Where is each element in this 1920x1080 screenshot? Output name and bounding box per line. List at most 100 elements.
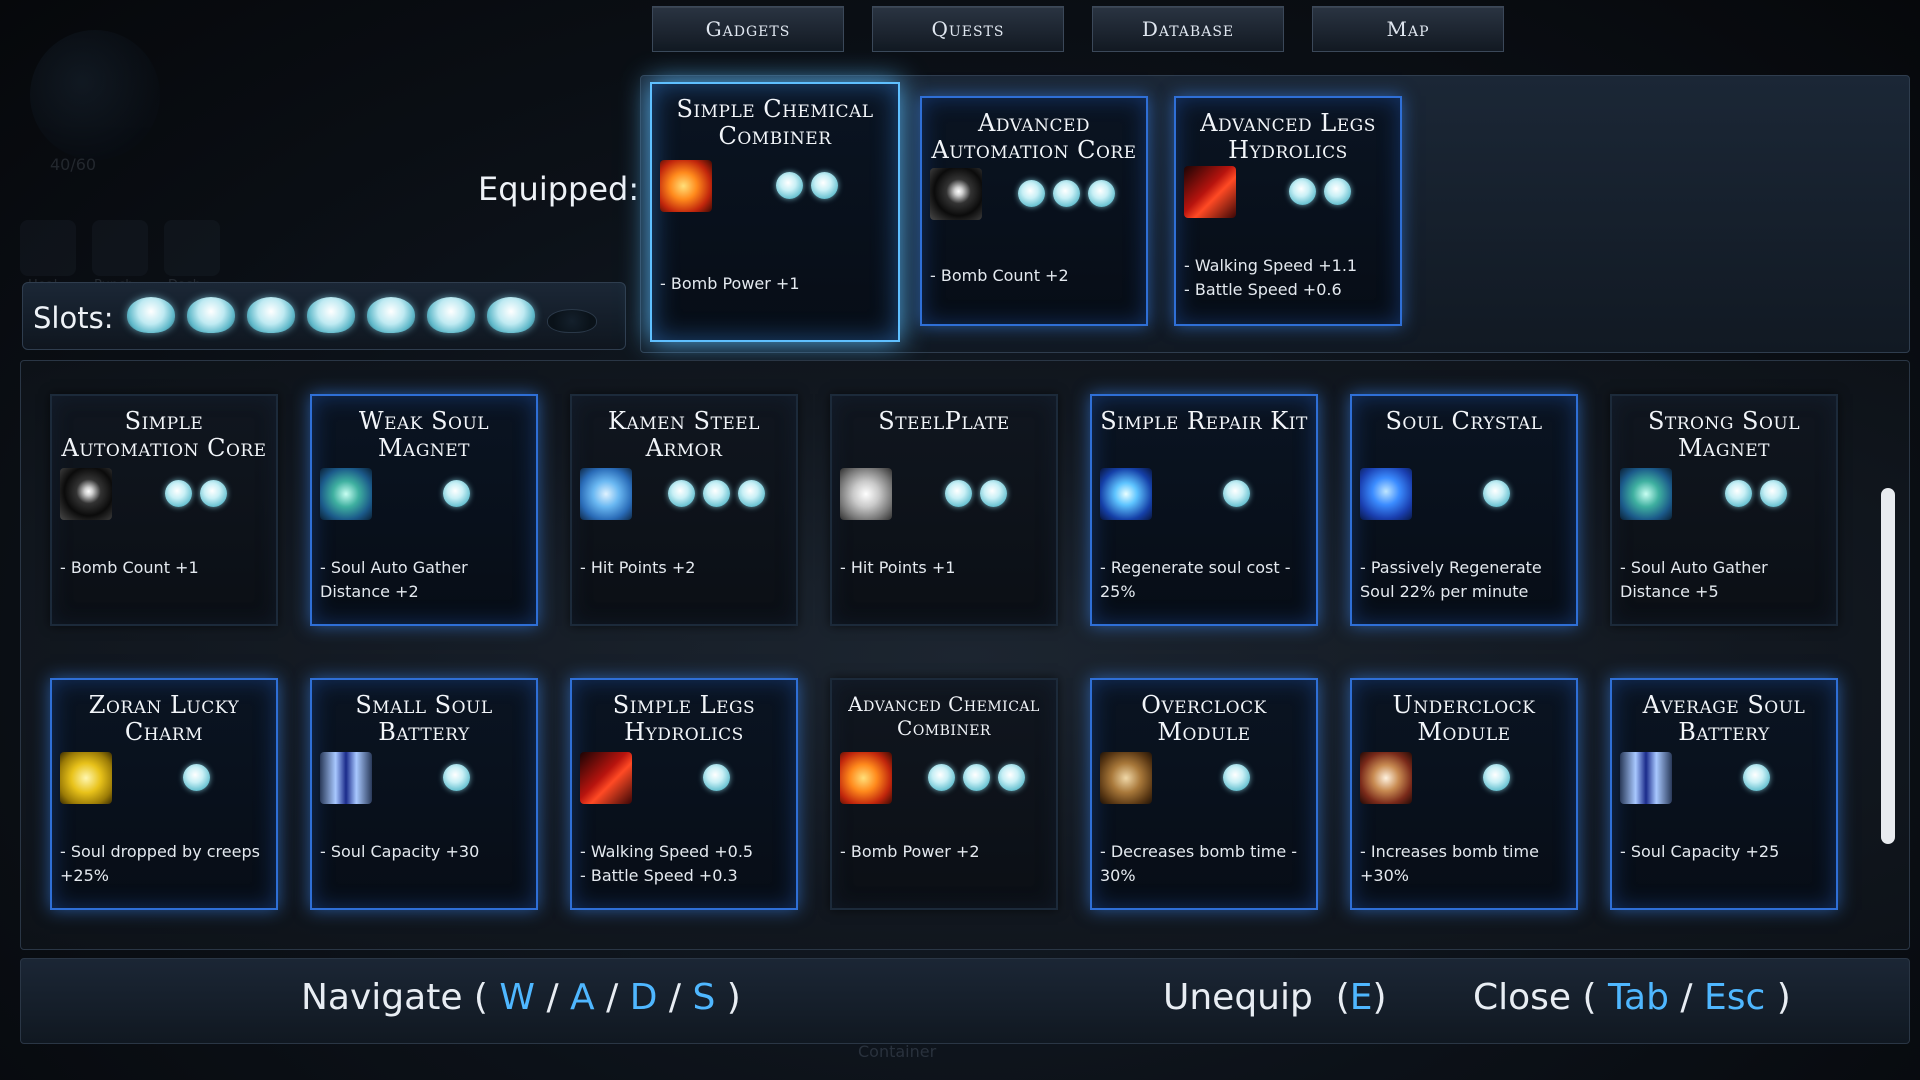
gadget-title: SteelPlate xyxy=(878,407,1010,435)
gadget-slot-cost xyxy=(928,764,1025,791)
bomb-icon xyxy=(930,168,982,220)
slot-gem-icon xyxy=(776,172,803,199)
gadget-title: Weak Soul Magnet xyxy=(358,407,490,462)
gadget-slot-cost xyxy=(703,764,730,791)
gadget-slot-cost xyxy=(776,172,838,199)
gadget-slot-cost xyxy=(1743,764,1770,791)
slot-gem-icon xyxy=(1743,764,1770,791)
gadget-slot-cost xyxy=(1018,180,1115,207)
gadget-title: Strong Soul Magnet xyxy=(1647,407,1801,462)
gadget-description: - Hit Points +2 xyxy=(580,556,790,580)
gadget-stat-line: - Bomb Power +1 xyxy=(660,274,800,293)
gadget-card-advanced-chemical-combiner[interactable]: Advanced Chemical Combiner - Bomb Power +… xyxy=(830,678,1058,910)
tab-map[interactable]: Map xyxy=(1312,6,1504,52)
unequip-label: Unequip xyxy=(1163,977,1313,1018)
gadget-card-advanced-legs-hydrolics[interactable]: Advanced Legs Hydrolics - Walking Speed +… xyxy=(1174,96,1402,326)
gadget-stat-line: - Regenerate soul cost - 25% xyxy=(1100,558,1291,601)
gadget-slot-cost xyxy=(443,764,470,791)
gadget-stat-line: - Hit Points +2 xyxy=(580,558,696,577)
slots-bar: Slots: xyxy=(22,282,626,350)
background-hud: 40/60 Heal Punch Dash xyxy=(20,20,620,293)
gadget-stat-line: - Battle Speed +0.3 xyxy=(580,866,738,885)
slot-gem-icon xyxy=(1760,480,1787,507)
magnet-icon xyxy=(320,468,372,520)
gadget-card-kamen-steel-armor[interactable]: Kamen Steel Armor - Hit Points +2 xyxy=(570,394,798,626)
gadget-card-simple-legs-hydrolics[interactable]: Simple Legs Hydrolics - Walking Speed +0.… xyxy=(570,678,798,910)
slot-gem-icon xyxy=(200,480,227,507)
gadget-card-simple-chemical-combiner[interactable]: Simple Chemical Combiner - Bomb Power +1 xyxy=(650,82,900,342)
gadget-title: Advanced Legs Hydrolics xyxy=(1200,109,1376,164)
steelplate-icon xyxy=(840,468,892,520)
gadget-stat-line: - Increases bomb time +30% xyxy=(1360,842,1539,885)
gadget-description: - Bomb Count +2 xyxy=(930,264,1140,288)
slot-gem-icon xyxy=(668,480,695,507)
gadget-slot-cost xyxy=(183,764,210,791)
armor-icon xyxy=(580,468,632,520)
fire-icon xyxy=(840,752,892,804)
battery-icon xyxy=(320,752,372,804)
gadget-slot-cost xyxy=(1483,764,1510,791)
gadget-card-advanced-automation-core[interactable]: Advanced Automation Core - Bomb Count +2 xyxy=(920,96,1148,326)
gadget-card-simple-repair-kit[interactable]: Simple Repair Kit - Regenerate soul cost … xyxy=(1090,394,1318,626)
gadget-title: Simple Automation Core xyxy=(61,407,267,462)
slot-filled-icon xyxy=(367,297,415,333)
gadget-description: - Soul Auto Gather Distance +2 xyxy=(320,556,530,604)
gadget-description: - Walking Speed +0.5 - Battle Speed +0.3 xyxy=(580,840,790,888)
gadget-card-underclock-module[interactable]: Underclock Module - Increases bomb time +… xyxy=(1350,678,1578,910)
key-esc: Esc xyxy=(1703,977,1766,1018)
gadget-card-zoran-lucky-charm[interactable]: Zoran Lucky Charm - Soul dropped by creep… xyxy=(50,678,278,910)
gadget-card-small-soul-battery[interactable]: Small Soul Battery - Soul Capacity +30 xyxy=(310,678,538,910)
gadget-slot-cost xyxy=(668,480,765,507)
slot-gem-icon xyxy=(1324,178,1351,205)
slot-gem-icon xyxy=(1483,480,1510,507)
slot-filled-icon xyxy=(247,297,295,333)
gadget-title: Underclock Module xyxy=(1392,691,1536,746)
gadget-stat-line: - Bomb Power +2 xyxy=(840,842,980,861)
slot-gem-icon xyxy=(1223,480,1250,507)
tab-quests[interactable]: Quests xyxy=(872,6,1064,52)
gadget-stat-line: - Soul Auto Gather Distance +2 xyxy=(320,558,468,601)
gadget-card-average-soul-battery[interactable]: Average Soul Battery - Soul Capacity +25 xyxy=(1610,678,1838,910)
gadget-stat-line: - Soul dropped by creeps +25% xyxy=(60,842,260,885)
charm-icon xyxy=(60,752,112,804)
gadget-description: - Bomb Count +1 xyxy=(60,556,270,580)
gadget-description: - Bomb Power +2 xyxy=(840,840,1050,864)
gadget-card-simple-automation-core[interactable]: Simple Automation Core - Bomb Count +1 xyxy=(50,394,278,626)
repair-kit-icon xyxy=(1100,468,1152,520)
container-footer: Container xyxy=(858,1042,937,1061)
gadget-card-steelplate[interactable]: SteelPlate - Hit Points +1 xyxy=(830,394,1058,626)
key-d: D xyxy=(629,977,658,1018)
gadget-title: Average Soul Battery xyxy=(1642,691,1806,746)
gadget-card-strong-soul-magnet[interactable]: Strong Soul Magnet - Soul Auto Gather Dis… xyxy=(1610,394,1838,626)
gadget-description: - Bomb Power +1 xyxy=(660,272,892,296)
gadget-card-overclock-module[interactable]: Overclock Module - Decreases bomb time - … xyxy=(1090,678,1318,910)
tab-gadgets[interactable]: Gadgets xyxy=(652,6,844,52)
slot-gem-icon xyxy=(928,764,955,791)
key-tab: Tab xyxy=(1608,977,1669,1018)
gadget-slot-cost xyxy=(1223,764,1250,791)
battery-icon xyxy=(1620,752,1672,804)
gadget-description: - Passively Regenerate Soul 22% per minu… xyxy=(1360,556,1570,604)
unequip-hint[interactable]: Unequip (E) xyxy=(1163,977,1387,1018)
inventory-scrollbar[interactable] xyxy=(1881,488,1895,844)
slot-gem-icon xyxy=(980,480,1007,507)
gadget-stat-line: - Decreases bomb time - 30% xyxy=(1100,842,1298,885)
slot-gem-icon xyxy=(1053,180,1080,207)
gadget-slot-cost xyxy=(1725,480,1787,507)
slot-gem-icon xyxy=(1223,764,1250,791)
slot-gem-icon xyxy=(738,480,765,507)
gadget-title: Simple Chemical Combiner xyxy=(676,95,874,150)
menu-tabs: Gadgets Quests Database Map xyxy=(652,6,1504,52)
close-hint[interactable]: Close ( Tab / Esc ) xyxy=(1473,977,1791,1018)
slot-gem-icon xyxy=(1018,180,1045,207)
slot-filled-icon xyxy=(487,297,535,333)
gadget-stat-line: - Bomb Count +1 xyxy=(60,558,199,577)
legs-icon xyxy=(1184,166,1236,218)
gadget-card-soul-crystal[interactable]: Soul Crystal - Passively Regenerate Soul … xyxy=(1350,394,1578,626)
gadget-description: - Hit Points +1 xyxy=(840,556,1050,580)
gadget-stat-line: - Bomb Count +2 xyxy=(930,266,1069,285)
gadget-card-weak-soul-magnet[interactable]: Weak Soul Magnet - Soul Auto Gather Dista… xyxy=(310,394,538,626)
tab-database[interactable]: Database xyxy=(1092,6,1284,52)
gadget-stat-line: - Soul Capacity +25 xyxy=(1620,842,1780,861)
gadget-title: Simple Repair Kit xyxy=(1100,407,1308,435)
